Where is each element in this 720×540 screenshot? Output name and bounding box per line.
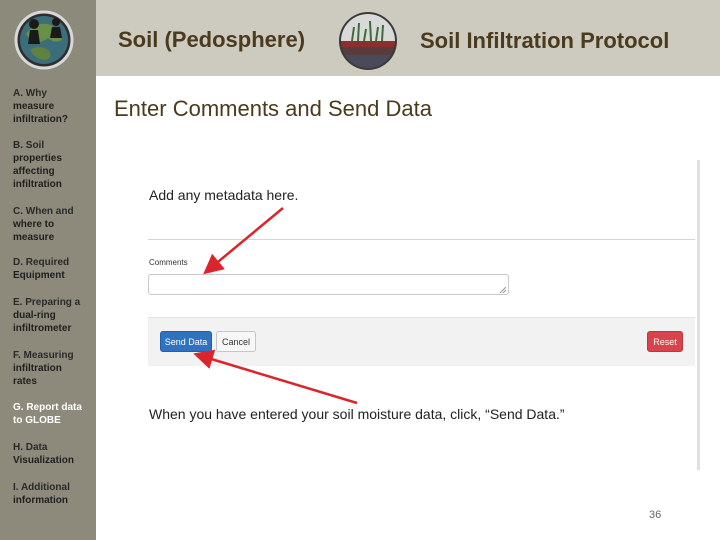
sidebar-item-9[interactable]: I. Additional information [13, 481, 95, 507]
sidebar-item-3[interactable]: C. When and where to measure [13, 205, 95, 244]
globe-program-logo-icon [14, 10, 74, 70]
sidebar-item-label: I. Additional [13, 482, 70, 493]
soil-profile-circle-icon [339, 12, 397, 70]
sidebar-item-label: to GLOBE [13, 415, 61, 426]
sidebar-item-2[interactable]: B. Soil properties affecting infiltration [13, 139, 95, 191]
sidebar-item-label: affecting [13, 166, 55, 177]
sidebar-item-1[interactable]: A. Why measure infiltration? [13, 87, 95, 126]
sidebar-item-label: E. Preparing a [13, 297, 81, 308]
resize-grip-icon[interactable] [500, 287, 506, 293]
sidebar-item-label: infiltration? [13, 114, 68, 125]
sidebar-item-label: infiltration [13, 363, 62, 374]
logo-panel [0, 0, 96, 76]
comments-field[interactable] [148, 274, 509, 295]
metadata-note: Add any metadata here. [149, 187, 299, 203]
cancel-button[interactable]: Cancel [216, 331, 256, 352]
comments-label: Comments [149, 258, 188, 267]
sidebar-item-label: measure [13, 101, 55, 112]
sidebar-item-7[interactable]: G. Report data to GLOBE [13, 401, 95, 427]
sidebar-item-label: dual-ring [13, 310, 56, 321]
send-data-button[interactable]: Send Data [160, 331, 212, 352]
header-left-title: Soil (Pedosphere) [118, 27, 306, 52]
sidebar-item-label: properties [13, 153, 62, 164]
sidebar-item-label: infiltration [13, 179, 62, 190]
sidebar-item-label: measure [13, 232, 55, 243]
sidebar-item-6[interactable]: F. Measuring infiltration rates [13, 349, 95, 388]
page-number: 36 [649, 509, 662, 521]
sidebar-item-label: rates [13, 376, 37, 387]
sidebar-item-label: B. Soil [13, 140, 45, 151]
sidebar-item-8[interactable]: H. Data Visualization [13, 441, 95, 467]
sidebar-item-label: D. Required [13, 257, 70, 268]
sidebar-item-label: H. Data [13, 442, 48, 453]
sidebar-item-label: G. Report data [13, 402, 82, 413]
sidebar-item-4[interactable]: D. Required Equipment [13, 256, 95, 282]
sidebar-item-label: C. When and [13, 206, 74, 217]
page-title: Enter Comments and Send Data [114, 96, 432, 121]
divider [148, 239, 695, 240]
sidebar-item-label: F. Measuring [13, 350, 74, 361]
header-right-title: Soil Infiltration Protocol [420, 28, 670, 53]
send-instruction-note: When you have entered your soil moisture… [149, 406, 565, 422]
sidebar-item-label: where to [13, 219, 55, 230]
reset-button[interactable]: Reset [647, 331, 683, 352]
sidebar-item-label: information [13, 495, 68, 506]
sidebar-item-5[interactable]: E. Preparing a dual-ring infiltrometer [13, 296, 95, 335]
screenshot-edge [697, 160, 700, 470]
form-screenshot [140, 160, 700, 470]
sidebar-item-label: Visualization [13, 455, 74, 466]
sidebar-item-label: Equipment [13, 270, 65, 281]
sidebar-item-label: A. Why [13, 88, 47, 99]
sidebar-item-label: infiltrometer [13, 323, 72, 334]
